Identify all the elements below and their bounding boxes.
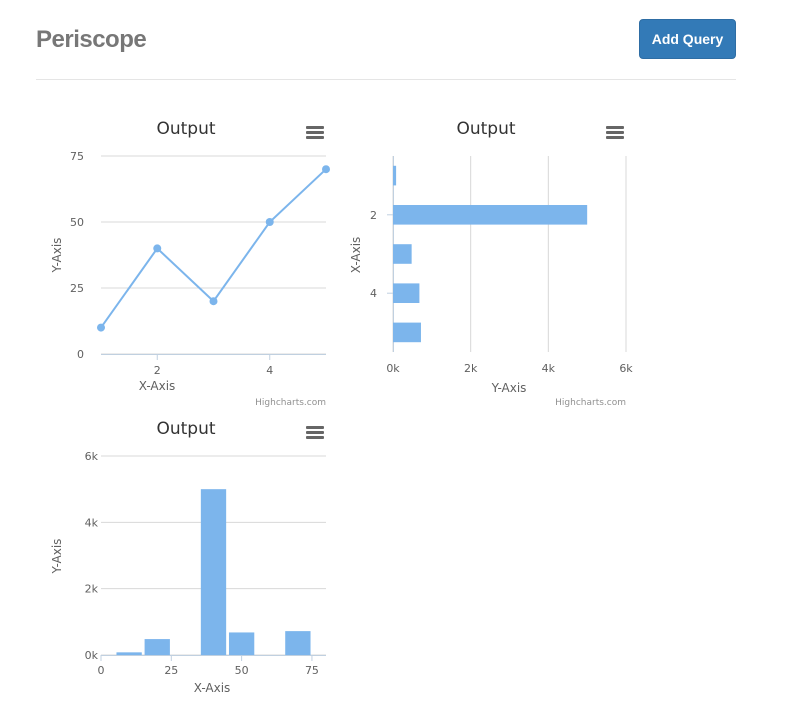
chart-title: Output <box>456 119 515 139</box>
y-tick-label: 6k <box>85 450 99 463</box>
y-tick-label: 0k <box>85 649 99 662</box>
bar <box>393 165 397 186</box>
bar <box>144 639 170 655</box>
category-axis-ticks: 24 <box>370 209 393 300</box>
y-tick-label: 50 <box>70 216 84 229</box>
y-tick-label: 75 <box>70 150 84 163</box>
bar <box>200 489 227 655</box>
value-tick-label: 4k <box>542 362 556 375</box>
chart-title: Output <box>156 419 215 439</box>
plot-area <box>116 489 311 655</box>
category-tick-label: 4 <box>370 287 377 300</box>
grid-lines <box>101 155 326 355</box>
x-tick-label: 4 <box>266 364 273 377</box>
y-tick-label: 25 <box>70 282 84 295</box>
y-axis-ticks: 0 25 50 75 <box>70 150 84 361</box>
x-tick-label: 75 <box>305 664 319 677</box>
chart-menu-icon[interactable] <box>606 126 624 139</box>
plot-area <box>393 165 588 343</box>
x-tick-label: 25 <box>164 664 178 677</box>
y-tick-label: 2k <box>85 583 99 596</box>
x-tick-label: 0 <box>98 664 105 677</box>
bar <box>393 322 421 343</box>
y-axis-title: Y-Axis <box>50 238 64 274</box>
y-axis-title: Y-Axis <box>491 381 527 395</box>
y-axis-title: Y-Axis <box>50 539 64 575</box>
data-point <box>322 165 330 174</box>
bar <box>116 652 142 655</box>
data-point <box>209 297 218 306</box>
x-axis-title: X-Axis <box>349 237 363 274</box>
value-axis-ticks: 0k 2k 4k 6k <box>386 362 633 375</box>
line-chart: Output 0 25 50 75 24 X-Axis Y-Axis Highchar… <box>36 110 336 410</box>
x-axis-title: X-Axis <box>139 379 176 393</box>
x-tick-label: 2 <box>154 364 161 377</box>
add-query-button[interactable]: Add Query <box>639 19 736 59</box>
data-point <box>97 323 105 332</box>
x-axis-ticks: 24 <box>154 354 273 377</box>
brand-title: Periscope <box>36 26 147 53</box>
value-tick-label: 6k <box>619 362 633 375</box>
grid-lines <box>392 156 627 352</box>
plot-area <box>97 165 330 332</box>
horizontal-bar-chart-svg: Output 24 0k 2k 4k 6k Y-Axis X-Axis Highcha… <box>349 119 633 408</box>
bar <box>393 244 412 264</box>
y-tick-label: 4k <box>85 516 99 529</box>
horizontal-bar-chart: Output 24 0k 2k 4k 6k Y-Axis X-Axis Highcha… <box>336 110 636 410</box>
value-tick-label: 2k <box>464 362 478 375</box>
data-point <box>153 244 162 253</box>
chart-title: Output <box>156 119 215 139</box>
line-chart-svg: Output 0255075 24 X-Axis Y-Axis Highchar… <box>50 119 330 408</box>
chart-menu-icon[interactable] <box>306 426 324 439</box>
column-chart-svg: Output 0k 2k 4k 6k 0 25 50 75 X-Axis Y-Axis <box>50 419 326 695</box>
column-chart: Output 0k 2k 4k 6k 0 25 50 75 X-Axis Y-Axis <box>36 410 336 710</box>
bar <box>228 632 255 655</box>
value-tick-label: 0k <box>386 362 400 375</box>
x-axis-title: X-Axis <box>194 681 231 695</box>
bar <box>285 631 311 655</box>
x-axis-ticks: 0 25 50 75 <box>98 655 319 677</box>
y-axis-ticks: 0k 2k 4k 6k <box>85 450 99 662</box>
chart-menu-icon[interactable] <box>306 126 324 139</box>
credits-link[interactable]: Highcharts.com <box>255 398 326 408</box>
data-point <box>265 218 274 226</box>
x-tick-label: 50 <box>235 664 249 677</box>
y-tick-label: 0 <box>77 348 84 361</box>
bar <box>393 283 420 303</box>
category-tick-label: 2 <box>370 209 377 222</box>
bar <box>393 205 588 225</box>
credits-link[interactable]: Highcharts.com <box>555 398 626 408</box>
page-header: Periscope Add Query <box>36 0 736 80</box>
